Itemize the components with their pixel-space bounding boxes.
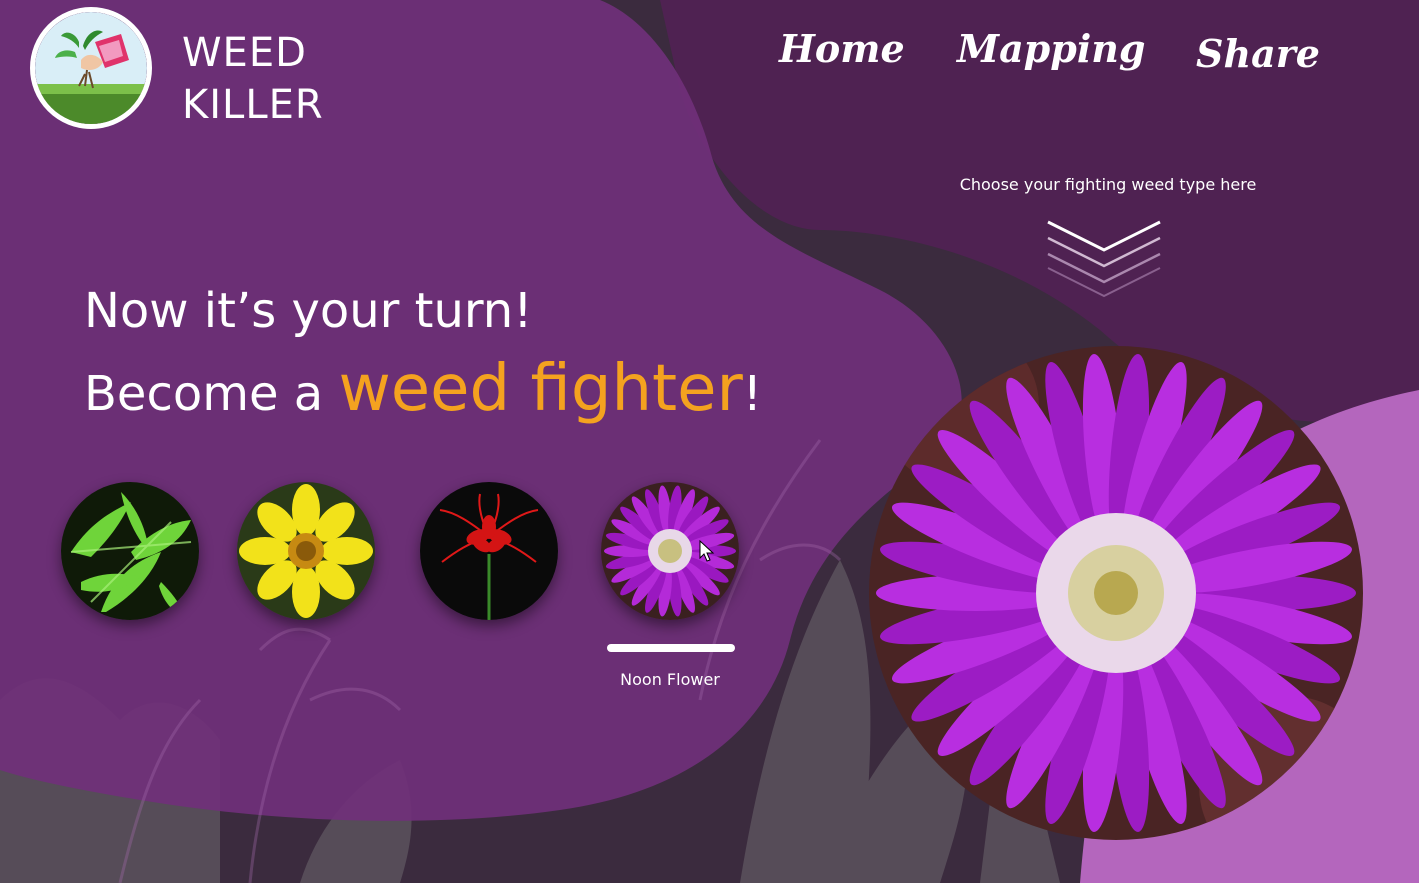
- headline-accent: weed fighter: [338, 352, 743, 426]
- headline-suffix: !: [742, 366, 763, 422]
- headline-prefix: Become a: [84, 366, 339, 422]
- weed-type-hint: Choose your fighting weed type here: [959, 175, 1257, 194]
- weed-option-noon-flower[interactable]: [601, 482, 739, 620]
- brand-line-2: KILLER: [182, 82, 324, 128]
- headline-line-1: Now it’s your turn!: [84, 283, 533, 339]
- weed-option-yellow-daisy[interactable]: [237, 482, 375, 620]
- nav-home[interactable]: Home: [779, 26, 905, 71]
- noon-flower-large-image: [869, 346, 1363, 840]
- nav-share[interactable]: Share: [1196, 31, 1320, 76]
- hand-pulling-weed-logo: [35, 12, 147, 124]
- mouse-cursor-icon: [699, 540, 715, 562]
- yellow-daisy-weed-image: [237, 482, 375, 620]
- headline-line-2: Become a weed fighter!: [84, 352, 762, 426]
- fern-weed-image: [61, 482, 199, 620]
- selected-indicator: [607, 644, 735, 652]
- selected-weed-name: Noon Flower: [620, 670, 720, 689]
- red-spider-lily-image: [420, 482, 558, 620]
- weed-option-fern[interactable]: [61, 482, 199, 620]
- purple-noon-flower-image: [601, 482, 739, 620]
- selected-weed-preview: [869, 346, 1363, 840]
- nav-mapping[interactable]: Mapping: [957, 26, 1145, 71]
- triple-chevron-down-icon[interactable]: [1044, 218, 1164, 300]
- brand-line-1: WEED: [182, 30, 307, 76]
- logo[interactable]: [30, 7, 152, 129]
- weed-option-red-spider-lily[interactable]: [420, 482, 558, 620]
- brand-name: WEED KILLER: [182, 27, 324, 131]
